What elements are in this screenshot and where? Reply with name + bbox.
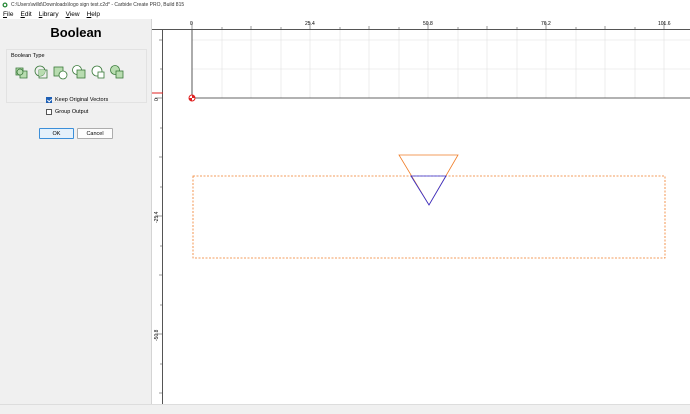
group-output-label: Group Output [55, 109, 89, 115]
ruler-top-label-76-2: 76.2 [541, 21, 551, 27]
ruler-top-label-25-4: 25.4 [305, 21, 315, 27]
subtract-button[interactable] [52, 64, 68, 80]
ok-button[interactable]: OK [39, 128, 74, 139]
boolean-panel: Boolean Boolean Type Keep Original Vecto… [0, 19, 152, 404]
vector-triangle-lower[interactable] [410, 175, 447, 206]
menu-bar: File Edit Library View Help [0, 10, 690, 19]
combine-icon [110, 65, 124, 79]
subtract-reverse-button[interactable] [71, 64, 87, 80]
union-button[interactable] [14, 64, 30, 80]
panel-title: Boolean [50, 25, 102, 40]
ruler-left-label-50-8: -50.8 [154, 329, 160, 341]
xor-icon [91, 65, 105, 79]
ruler-left-label-0: 0 [154, 98, 160, 101]
menu-view[interactable]: View [66, 11, 80, 18]
ruler-top: 0 25.4 50.8 76.2 101.6 [152, 19, 690, 30]
ruler-top-label-0: 0 [190, 21, 193, 27]
keep-original-row[interactable]: Keep Original Vectors [46, 97, 108, 103]
group-output-checkbox[interactable] [46, 109, 52, 115]
ruler-left: 0 -25.4 -50.8 [152, 30, 163, 404]
ruler-left-label-25-4: -25.4 [154, 211, 160, 223]
subtract-icon [53, 66, 68, 80]
menu-edit[interactable]: Edit [21, 11, 32, 18]
boolean-type-label: Boolean Type [11, 53, 45, 59]
stock-grid [191, 30, 690, 98]
ruler-top-ticks: 0 25.4 50.8 76.2 101.6 [190, 21, 671, 30]
subtract-reverse-icon [72, 65, 86, 79]
canvas-drawing [188, 30, 690, 259]
app-icon [2, 2, 8, 8]
title-bar: C:\Users\willd\Downloads\logo sign test.… [0, 0, 690, 10]
keep-original-checkbox[interactable] [46, 97, 52, 103]
menu-file[interactable]: File [3, 11, 14, 18]
selected-triangle-upper[interactable] [398, 154, 459, 206]
boolean-type-options [14, 64, 128, 80]
intersect-icon [34, 65, 48, 79]
keep-original-label: Keep Original Vectors [55, 97, 109, 103]
cancel-button[interactable]: Cancel [77, 128, 113, 139]
ruler-left-ticks: 0 -25.4 -50.8 [152, 39, 163, 394]
selected-rectangle[interactable] [192, 175, 666, 259]
xor-button[interactable] [90, 64, 106, 80]
ruler-top-label-101-6: 101.6 [658, 21, 671, 27]
origin-icon [188, 94, 196, 102]
ruler-top-label-50-8: 50.8 [423, 21, 433, 27]
group-output-row[interactable]: Group Output [46, 109, 88, 115]
menu-library[interactable]: Library [39, 11, 59, 18]
union-icon [15, 67, 28, 79]
boolean-type-group: Boolean Type [6, 49, 147, 103]
intersect-button[interactable] [33, 64, 49, 80]
combine-button[interactable] [109, 64, 125, 80]
window-title: C:\Users\willd\Downloads\logo sign test.… [11, 2, 185, 8]
menu-help[interactable]: Help [87, 11, 100, 18]
status-bar [0, 404, 690, 414]
design-canvas[interactable] [163, 30, 690, 404]
